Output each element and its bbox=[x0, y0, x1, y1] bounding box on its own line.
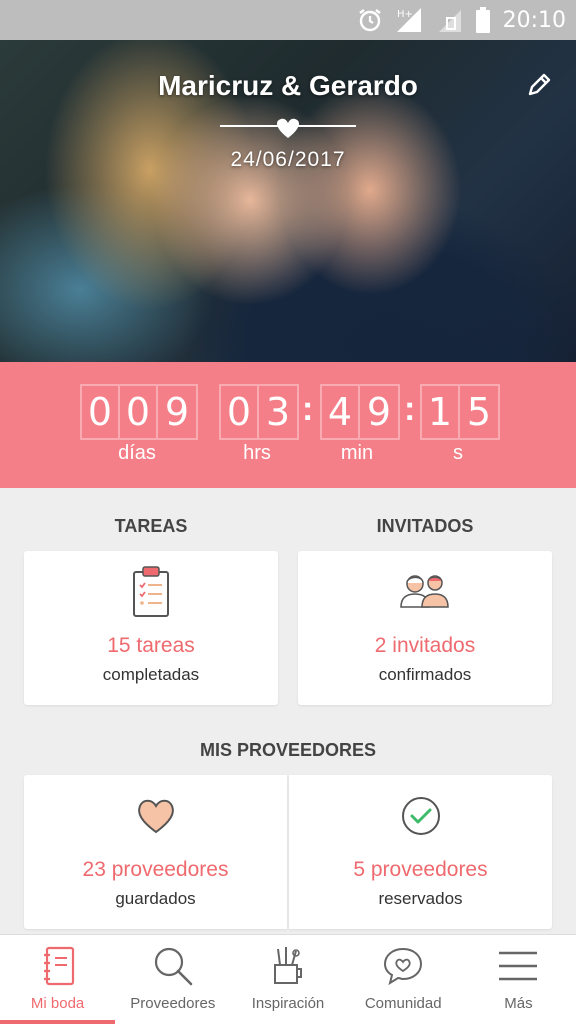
alarm-icon bbox=[357, 7, 383, 33]
couple-photo-header: Maricruz & Gerardo 24/06/2017 bbox=[0, 40, 576, 362]
signal-h-plus-icon: H+ bbox=[395, 6, 425, 34]
chat-heart-icon bbox=[382, 945, 424, 987]
days-digit: 9 bbox=[164, 390, 190, 434]
bottom-navigation: Mi boda Proveedores Inspiración Comunida… bbox=[0, 934, 576, 1024]
nav-item-inspiracion[interactable]: Inspiración bbox=[230, 935, 345, 1024]
nav-item-proveedores[interactable]: Proveedores bbox=[115, 935, 230, 1024]
countdown-days: 0 0 9 bbox=[80, 384, 198, 440]
vendors-booked-count: 5 proveedores bbox=[353, 858, 488, 881]
status-bar: H+ 20:10 bbox=[0, 0, 576, 40]
menu-icon bbox=[497, 945, 539, 987]
search-icon bbox=[152, 945, 194, 987]
countdown-hours: 0 3 bbox=[219, 384, 299, 440]
pencil-icon[interactable] bbox=[524, 70, 554, 100]
minutes-digit: 4 bbox=[322, 386, 360, 438]
wedding-date: 24/06/2017 bbox=[230, 148, 346, 171]
vendors-saved-count: 23 proveedores bbox=[82, 858, 229, 881]
status-time: 20:10 bbox=[502, 7, 566, 33]
nav-label: Inspiración bbox=[251, 995, 325, 1012]
guests-card[interactable]: 2 invitados confirmados bbox=[298, 551, 552, 705]
nav-item-mas[interactable]: Más bbox=[461, 935, 576, 1024]
minutes-digit: 9 bbox=[366, 390, 392, 434]
vendors-saved-card[interactable]: 23 proveedores guardados bbox=[24, 775, 287, 929]
seconds-label: s bbox=[453, 442, 463, 464]
tasks-count: 15 tareas bbox=[107, 634, 195, 657]
hours-digit: 0 bbox=[221, 386, 259, 438]
guests-section-title: INVITADOS bbox=[376, 516, 474, 536]
guests-couple-icon bbox=[400, 575, 449, 608]
countdown-colon: : bbox=[404, 390, 416, 428]
couple-names: Maricruz & Gerardo bbox=[158, 70, 418, 101]
countdown-seconds: 1 5 bbox=[420, 384, 500, 440]
nav-label: Mi boda bbox=[30, 995, 85, 1012]
tasks-section-title: TAREAS bbox=[114, 516, 188, 536]
nav-label: Proveedores bbox=[130, 995, 216, 1012]
days-digit: 0 bbox=[82, 386, 120, 438]
vendors-booked-card[interactable]: 5 proveedores reservados bbox=[289, 775, 552, 929]
nav-item-comunidad[interactable]: Comunidad bbox=[346, 935, 461, 1024]
signal-no-sim-icon bbox=[437, 6, 463, 34]
countdown-minutes: 4 9 bbox=[320, 384, 400, 440]
guests-subtitle: confirmados bbox=[378, 665, 472, 684]
wedding-countdown: 0 0 9 0 3 : 4 9 : 1 5 días hrs min s bbox=[0, 362, 576, 488]
network-type-label: H+ bbox=[397, 9, 413, 20]
countdown-colon: : bbox=[302, 390, 314, 428]
tasks-subtitle: completadas bbox=[102, 665, 200, 684]
seconds-digit: 5 bbox=[466, 390, 492, 434]
vendors-saved-subtitle: guardados bbox=[115, 889, 196, 908]
nav-item-mi-boda[interactable]: Mi boda bbox=[0, 935, 116, 1024]
notebook-icon bbox=[41, 945, 75, 987]
hours-digit: 3 bbox=[265, 390, 291, 434]
battery-icon bbox=[475, 6, 491, 34]
vendors-booked-subtitle: reservados bbox=[378, 889, 463, 908]
days-digit: 0 bbox=[120, 386, 158, 438]
check-circle-icon bbox=[401, 797, 440, 835]
guests-count: 2 invitados bbox=[374, 634, 476, 657]
clipboard-checklist-icon bbox=[133, 566, 169, 617]
nav-label: Comunidad bbox=[364, 995, 442, 1012]
pencil-cup-icon bbox=[270, 945, 306, 987]
days-label: días bbox=[118, 442, 156, 464]
seconds-digit: 1 bbox=[422, 386, 460, 438]
tasks-card[interactable]: 15 tareas completadas bbox=[24, 551, 278, 705]
nav-label: Más bbox=[504, 995, 533, 1012]
heart-divider bbox=[220, 118, 356, 138]
vendors-section-title: MIS PROVEEDORES bbox=[199, 740, 377, 760]
minutes-label: min bbox=[340, 442, 374, 464]
heart-icon bbox=[137, 799, 174, 834]
hours-label: hrs bbox=[243, 442, 271, 464]
